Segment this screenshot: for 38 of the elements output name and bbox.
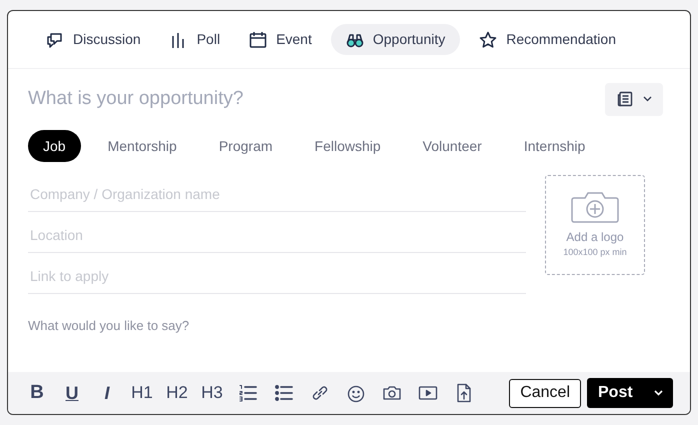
category-chip[interactable]: Internship [508, 130, 600, 162]
logo-hint: 100x100 px min [563, 246, 627, 260]
format-dropdown[interactable] [605, 82, 663, 116]
post-label: Post [598, 383, 633, 403]
format-button[interactable]: B [22, 378, 52, 408]
format-button[interactable]: H1 [127, 378, 157, 408]
post-button[interactable]: Post [587, 378, 673, 408]
message-field[interactable]: What would you like to say? [28, 316, 670, 372]
logo-label: Add a logo [566, 229, 624, 246]
post-type-tab[interactable]: Opportunity [330, 24, 460, 55]
category-chip[interactable]: Job [28, 130, 81, 162]
category-chip[interactable]: Fellowship [300, 130, 396, 162]
input-field[interactable]: Link to apply [28, 253, 526, 294]
title-field[interactable]: What is your opportunity? [28, 84, 428, 114]
category-chip[interactable]: Program [204, 130, 288, 162]
input-field[interactable]: Company / Organization name [28, 171, 526, 212]
category-chip[interactable]: Volunteer [408, 130, 497, 162]
chevron-icon [654, 390, 663, 396]
format-button[interactable]: H3 [197, 378, 227, 408]
format-button[interactable]: U [57, 378, 87, 408]
category-chip[interactable]: Mentorship [92, 130, 192, 162]
post-type-tab[interactable]: Discussion [36, 24, 151, 55]
star-icon [479, 30, 498, 48]
cancel-button[interactable]: Cancel [509, 378, 581, 408]
format-button[interactable]: H2 [162, 378, 192, 408]
newspaper-icon [616, 91, 632, 107]
format-button[interactable]: I [92, 378, 122, 408]
smiley-icon [346, 383, 366, 403]
post-type-tab[interactable]: Event [239, 24, 322, 55]
input-field[interactable]: Location [28, 212, 526, 253]
numbered-list-icon [238, 383, 258, 403]
post-type-tab[interactable]: Recommendation [469, 24, 626, 55]
post-type-tab[interactable]: Poll [160, 24, 230, 55]
calendar-icon [249, 30, 268, 48]
chevron-icon [642, 96, 652, 102]
bullet-list-icon [274, 383, 294, 403]
chat-icon [46, 30, 64, 48]
camera-plus-icon [571, 190, 619, 224]
